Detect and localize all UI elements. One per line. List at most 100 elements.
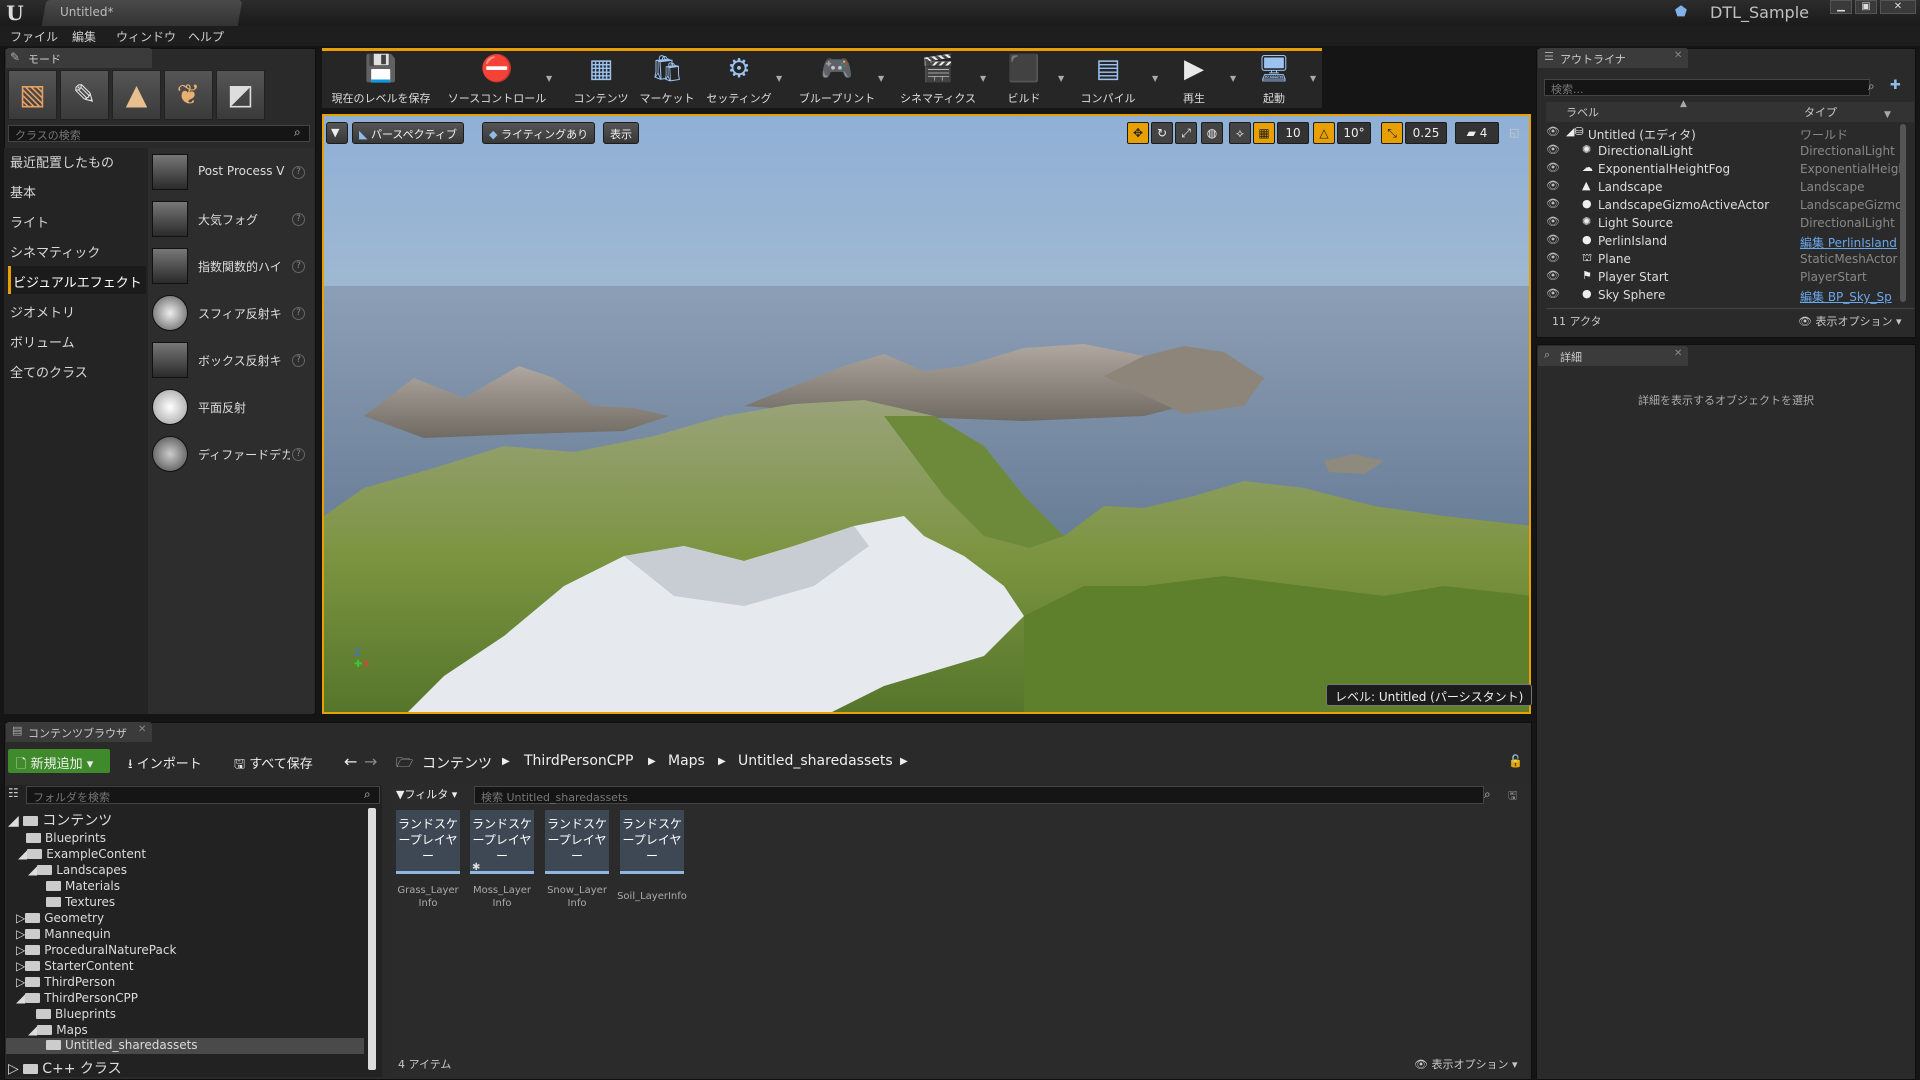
help-icon[interactable]: ? xyxy=(292,354,305,367)
visibility-eye-icon[interactable]: 👁 xyxy=(1546,179,1560,192)
placeable-item[interactable]: ボックス反射キ ? xyxy=(152,338,312,384)
visibility-eye-icon[interactable]: 👁 xyxy=(1546,251,1560,264)
folder-search-input[interactable]: フォルダを検索 xyxy=(26,786,380,804)
chevron-down-icon[interactable]: ▼ xyxy=(1310,74,1316,83)
launch-button[interactable]: 🖥 起動 ▼ xyxy=(1248,52,1316,106)
asset-thumbnail[interactable]: ランドスケープレイヤー xyxy=(396,810,460,874)
outliner-row[interactable]: 👁 ▲ Landscape Landscape xyxy=(1546,178,1912,196)
tree-scrollbar[interactable] xyxy=(368,808,376,1070)
breadcrumb-separator-icon[interactable]: ▶ xyxy=(648,756,656,767)
tree-item[interactable]: Textures xyxy=(46,895,115,911)
tree-item[interactable]: ◢ Maps xyxy=(28,1023,88,1039)
geometry-mode-icon[interactable]: ◩ xyxy=(216,70,265,120)
outliner-row[interactable]: 👁 ☁ ExponentialHeightFog ExponentialHeigh xyxy=(1546,160,1912,178)
outliner-scrollbar[interactable] xyxy=(1900,124,1906,302)
details-tab[interactable]: 詳細 xyxy=(1538,346,1688,366)
tree-item[interactable]: Blueprints xyxy=(26,831,106,847)
visibility-eye-icon[interactable]: 👁 xyxy=(1546,215,1560,228)
rotation-snap-value[interactable]: 10° xyxy=(1337,122,1371,144)
tree-item-selected[interactable]: Untitled_sharedassets xyxy=(6,1038,364,1054)
chevron-down-icon[interactable]: ▼ xyxy=(980,74,986,83)
filter-button[interactable]: ▼フィルタ ▾ xyxy=(396,786,457,804)
translate-icon[interactable]: ✥ xyxy=(1127,122,1149,144)
breadcrumb-separator-icon[interactable]: ▶ xyxy=(900,756,908,767)
import-button[interactable]: ⭳ インポート xyxy=(120,749,210,773)
tree-item[interactable]: ▷ ThirdPerson xyxy=(16,975,115,991)
add-new-button[interactable]: 🗋 新規追加 ▾ xyxy=(8,749,110,773)
category-geometry[interactable]: ジオメトリ xyxy=(8,296,146,324)
category-lights[interactable]: ライト xyxy=(8,206,146,234)
show-button[interactable]: 表示 xyxy=(603,122,639,144)
foliage-mode-icon[interactable]: ❦ xyxy=(164,70,213,120)
chevron-down-icon[interactable]: ▼ xyxy=(1058,74,1064,83)
placeable-item[interactable]: 大気フォグ ? xyxy=(152,197,312,243)
place-mode-icon[interactable]: ▧ xyxy=(8,70,57,120)
close-tab-icon[interactable]: ✕ xyxy=(1674,348,1682,359)
outliner-row[interactable]: 👁 ⚑ Player Start PlayerStart xyxy=(1546,268,1912,286)
placeable-item[interactable]: ディファードデカ ? xyxy=(152,432,312,478)
tree-item[interactable]: ▷ StarterContent xyxy=(16,959,134,975)
grid-snap-value[interactable]: 10 xyxy=(1277,122,1309,144)
scale-snap-icon[interactable]: ⤡ xyxy=(1381,122,1403,144)
source-control-button[interactable]: ⛔ ソースコントロール ▼ xyxy=(442,52,552,106)
save-search-icon[interactable]: 🖫 xyxy=(1508,787,1517,806)
chevron-down-icon[interactable]: ▼ xyxy=(1884,110,1891,120)
close-tab-icon[interactable]: ✕ xyxy=(138,724,146,735)
paint-mode-icon[interactable]: ✎ xyxy=(60,70,109,120)
asset-thumbnail[interactable]: ランドスケープレイヤー xyxy=(545,810,609,874)
visibility-eye-icon[interactable]: 👁 xyxy=(1546,125,1560,138)
visibility-eye-icon[interactable]: 👁 xyxy=(1546,197,1560,210)
tree-options-icon[interactable]: ☷ xyxy=(8,786,19,800)
rotate-icon[interactable]: ↻ xyxy=(1151,122,1173,144)
view-options-button[interactable]: 👁 表示オプション ▾ xyxy=(1414,1056,1518,1072)
category-cinematic[interactable]: シネマティック xyxy=(8,236,146,264)
outliner-row[interactable]: 👁 ✺ Light Source DirectionalLight xyxy=(1546,214,1912,232)
rotation-snap-icon[interactable]: △ xyxy=(1313,122,1335,144)
menu-help[interactable]: ヘルプ xyxy=(188,28,224,45)
label-column-header[interactable]: ラベル xyxy=(1566,104,1599,120)
close-tab-icon[interactable]: ✕ xyxy=(1674,50,1682,61)
breadcrumb-separator-icon[interactable]: ▶ xyxy=(718,756,726,767)
category-all-classes[interactable]: 全てのクラス xyxy=(8,356,146,384)
tree-item[interactable]: ▷ Geometry xyxy=(16,911,104,927)
play-button[interactable]: ▶ 再生 ▼ xyxy=(1168,52,1236,106)
tree-item[interactable]: ▷ ProceduralNaturePack xyxy=(16,943,176,959)
outliner-row[interactable]: 👁 ◢⛁ Untitled (エディタ) ワールド xyxy=(1546,124,1912,142)
chevron-down-icon[interactable]: ▼ xyxy=(776,74,782,83)
menu-edit[interactable]: 編集 xyxy=(72,28,96,45)
content-browser-tab[interactable]: コンテンツブラウザ xyxy=(6,722,152,742)
category-recent[interactable]: 最近配置したもの xyxy=(8,146,146,174)
visibility-eye-icon[interactable]: 👁 xyxy=(1546,143,1560,156)
maximize-viewport-icon[interactable]: ◱ xyxy=(1509,126,1519,139)
visibility-eye-icon[interactable]: 👁 xyxy=(1546,269,1560,282)
outliner-search-input[interactable]: 検索... xyxy=(1544,79,1870,96)
chevron-down-icon[interactable]: ▼ xyxy=(546,74,552,83)
breadcrumb-item[interactable]: コンテンツ xyxy=(422,753,492,773)
chevron-down-icon[interactable]: ▼ xyxy=(1230,74,1236,83)
visibility-eye-icon[interactable]: 👁 xyxy=(1546,161,1560,174)
lock-icon[interactable]: 🔓 xyxy=(1508,754,1523,768)
close-button[interactable]: ✕ xyxy=(1880,0,1916,14)
tree-item[interactable]: Materials xyxy=(46,879,120,895)
scale-snap-value[interactable]: 0.25 xyxy=(1405,122,1447,144)
outliner-row[interactable]: 👁 ✺ DirectionalLight DirectionalLight xyxy=(1546,142,1912,160)
outliner-row[interactable]: 👁 ⛫ Plane StaticMeshActor xyxy=(1546,250,1912,268)
back-arrow-icon[interactable]: ← xyxy=(344,752,357,771)
marketplace-button[interactable]: 🛍 マーケット xyxy=(636,52,698,106)
view-options-button[interactable]: 👁 表示オプション ▾ xyxy=(1798,313,1902,329)
visibility-eye-icon[interactable]: 👁 xyxy=(1546,233,1560,246)
help-icon[interactable]: ? xyxy=(292,166,305,179)
placeable-item[interactable]: Post Process V ? xyxy=(152,150,312,196)
category-volumes[interactable]: ボリューム xyxy=(8,326,146,354)
scale-icon[interactable]: ⤢ xyxy=(1175,122,1197,144)
camera-speed-button[interactable]: ▰ 4 xyxy=(1455,122,1499,144)
landscape-mode-icon[interactable]: ▲ xyxy=(112,70,161,120)
save-all-button[interactable]: 🖫 すべて保存 xyxy=(226,749,321,773)
save-level-button[interactable]: 💾 現在のレベルを保存 xyxy=(326,52,436,106)
help-icon[interactable]: ? xyxy=(292,213,305,226)
category-visual-effects[interactable]: ビジュアルエフェクト xyxy=(8,266,146,294)
surface-snap-icon[interactable]: ⟡ xyxy=(1229,122,1251,144)
edit-blueprint-link[interactable]: 編集 PerlinIsland xyxy=(1800,234,1900,251)
minimize-button[interactable]: ▁ xyxy=(1830,0,1852,14)
breadcrumb-item[interactable]: ThirdPersonCPP xyxy=(524,753,633,769)
